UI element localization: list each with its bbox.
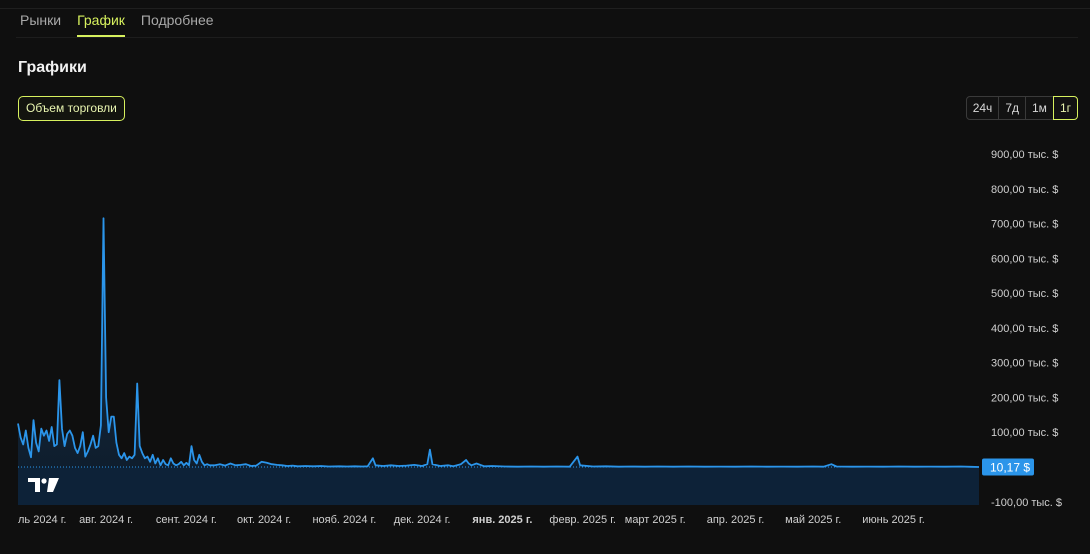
tabs-divider <box>16 37 1078 38</box>
y-tick-label: 800,00 тыс. $ <box>991 184 1058 196</box>
x-tick-label: март 2025 г. <box>625 514 686 526</box>
below-zero-band <box>18 467 979 505</box>
volume-chart[interactable]: 900,00 тыс. $ 800,00 тыс. $ 700,00 тыс. $ 6… <box>0 130 1090 530</box>
y-tick-label: 700,00 тыс. $ <box>991 219 1058 231</box>
y-tick-label: 600,00 тыс. $ <box>991 253 1058 265</box>
tab-details[interactable]: Подробнее <box>141 12 214 37</box>
range-selector: 24ч 7д 1м 1г <box>965 96 1078 120</box>
x-tick-label: дек. 2024 г. <box>394 514 451 526</box>
volume-line <box>17 217 980 468</box>
top-border <box>0 0 1090 9</box>
x-tick-label: июнь 2025 г. <box>862 514 925 526</box>
last-value-badge: 10,17 $ <box>982 458 1034 476</box>
x-tick-label: апр. 2025 г. <box>707 514 765 526</box>
y-tick-label: 200,00 тыс. $ <box>991 392 1058 404</box>
volume-area <box>18 218 979 467</box>
y-tick-label: 300,00 тыс. $ <box>991 358 1058 370</box>
x-tick-label: янв. 2025 г. <box>472 514 532 526</box>
trading-volume-button[interactable]: Объем торговли <box>18 96 125 121</box>
x-tick-label: нояб. 2024 г. <box>312 514 376 526</box>
y-tick-label: -100,00 тыс. $ <box>991 497 1062 509</box>
x-tick-label: сент. 2024 г. <box>156 514 217 526</box>
tab-markets[interactable]: Рынки <box>20 12 61 37</box>
section-title: Графики <box>18 59 87 76</box>
range-24h-button[interactable]: 24ч <box>965 96 1000 120</box>
x-tick-label: ль 2024 г. <box>18 514 66 526</box>
range-1m-button[interactable]: 1м <box>1025 96 1054 120</box>
tab-bar: Рынки График Подробнее <box>20 12 214 37</box>
x-tick-label: авг. 2024 г. <box>79 514 133 526</box>
y-tick-label: 400,00 тыс. $ <box>991 323 1058 335</box>
tab-chart[interactable]: График <box>77 12 125 37</box>
range-1y-button[interactable]: 1г <box>1052 96 1078 120</box>
last-value-label: 10,17 $ <box>990 460 1030 474</box>
y-tick-label: 900,00 тыс. $ <box>991 149 1058 161</box>
range-7d-button[interactable]: 7д <box>998 96 1026 120</box>
y-tick-label: 100,00 тыс. $ <box>991 427 1058 439</box>
x-tick-label: май 2025 г. <box>785 514 841 526</box>
x-tick-label: февр. 2025 г. <box>549 514 616 526</box>
y-tick-label: 500,00 тыс. $ <box>991 288 1058 300</box>
x-tick-label: окт. 2024 г. <box>237 514 291 526</box>
